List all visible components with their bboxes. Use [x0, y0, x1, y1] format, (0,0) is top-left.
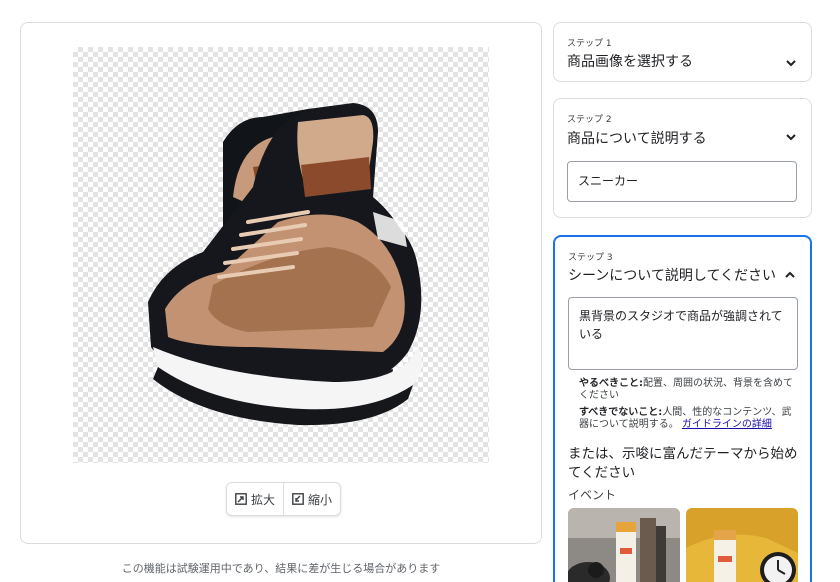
- theme-thumbnail[interactable]: [568, 508, 680, 582]
- chevron-down-icon[interactable]: [785, 57, 797, 69]
- step-2-kicker: ステップ 2: [567, 115, 612, 125]
- product-description-input[interactable]: スニーカー: [567, 161, 797, 202]
- step-2-title: 商品について説明する: [567, 131, 707, 147]
- chevron-up-icon[interactable]: [784, 269, 796, 281]
- do-hint: やるべきこと:配置、周囲の状況、背景を含めてください: [579, 378, 799, 402]
- sneaker-product-image: [148, 103, 422, 426]
- do-hint-label: やるべきこと:: [579, 378, 643, 389]
- experimental-disclaimer: この機能は試験運用中であり、結果に差が生じる場合があります: [121, 562, 441, 575]
- zoom-in-label: 拡大: [251, 492, 276, 507]
- zoom-in-button[interactable]: 拡大: [227, 483, 283, 515]
- product-image-canvas: [73, 47, 489, 463]
- zoom-out-icon: [292, 493, 304, 505]
- guideline-link[interactable]: ガイドラインの詳細: [682, 419, 772, 430]
- zoom-out-label: 縮小: [308, 492, 333, 507]
- theme-thumbnail-image: [568, 508, 680, 582]
- step-1-card[interactable]: ステップ 1 商品画像を選択する: [553, 22, 812, 82]
- scene-description-input[interactable]: 黒背景のスタジオで商品が強調されている: [568, 297, 798, 370]
- dont-hint-label: すべきでないこと:: [579, 407, 663, 418]
- chevron-down-icon[interactable]: [785, 131, 797, 143]
- step-1-kicker: ステップ 1: [567, 39, 612, 49]
- zoom-in-icon: [235, 493, 247, 505]
- theme-thumbnail[interactable]: [686, 508, 798, 582]
- theme-thumbnail-image: [686, 508, 798, 582]
- zoom-controls: 拡大 縮小: [226, 482, 342, 516]
- theme-lead-text: または、示唆に富んだテーマから始めてください: [568, 446, 798, 481]
- dont-hint: すべきでないこと:人間、性的なコンテンツ、武器について説明する。 ガイドラインの…: [579, 407, 799, 431]
- step-1-title: 商品画像を選択する: [567, 54, 693, 70]
- step-3-kicker: ステップ 3: [568, 253, 613, 263]
- theme-category-label: イベント: [568, 488, 617, 502]
- step-3-title: シーンについて説明してください: [568, 268, 777, 284]
- step-2-card[interactable]: ステップ 2 商品について説明する スニーカー: [553, 98, 812, 218]
- preview-card: 拡大 縮小: [20, 22, 542, 544]
- zoom-out-button[interactable]: 縮小: [283, 483, 340, 515]
- step-3-card[interactable]: ステップ 3 シーンについて説明してください 黒背景のスタジオで商品が強調されて…: [553, 235, 812, 582]
